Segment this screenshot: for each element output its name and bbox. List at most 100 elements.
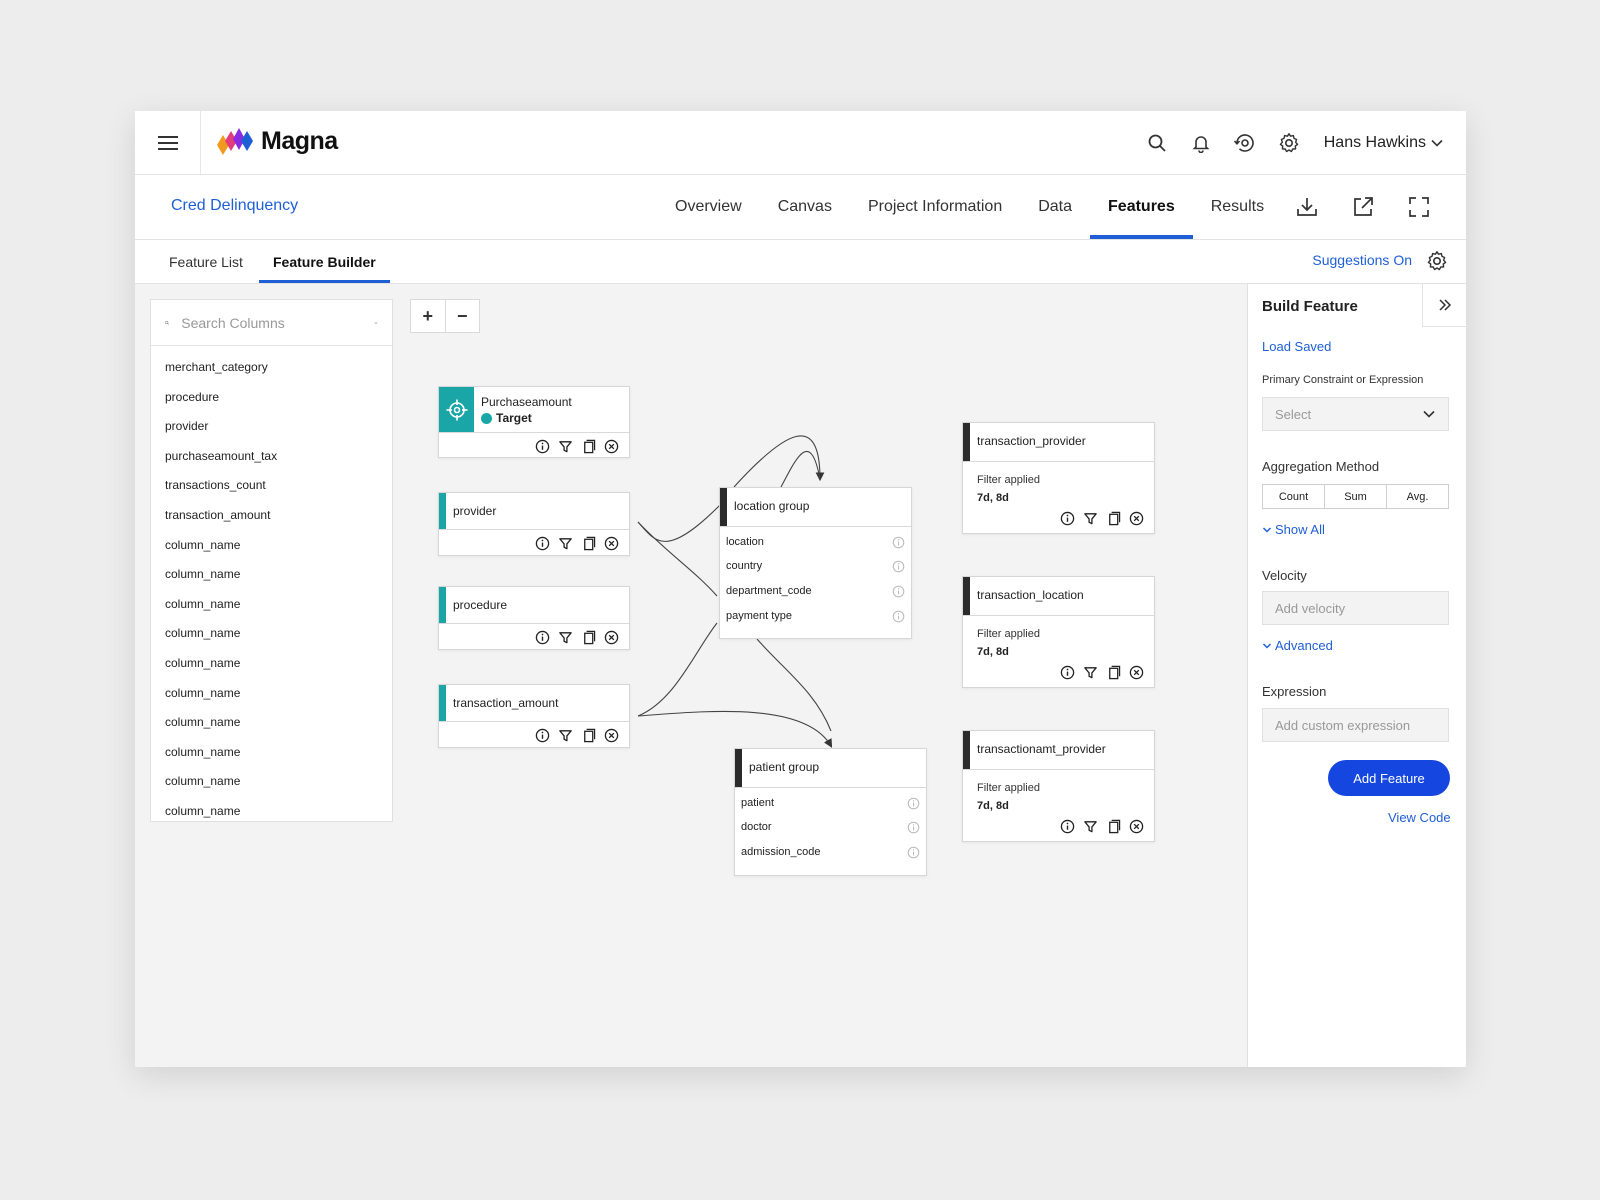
info-icon[interactable]: [907, 797, 920, 810]
tab-canvas[interactable]: Canvas: [760, 175, 850, 239]
info-icon[interactable]: [907, 846, 920, 859]
patient-group-node[interactable]: patient group patient doctor admission_c…: [734, 748, 927, 876]
node-title: provider: [453, 504, 497, 518]
remove-icon[interactable]: [603, 629, 619, 645]
column-node-provider[interactable]: provider: [438, 492, 630, 556]
remove-icon[interactable]: [603, 535, 619, 551]
feature-node-transactionamt-provider[interactable]: transactionamt_provider Filter applied 7…: [962, 730, 1155, 842]
aggregation-sum-option[interactable]: Sum: [1324, 485, 1386, 508]
list-item[interactable]: transaction_amount: [151, 502, 392, 532]
zoom-out-button[interactable]: −: [446, 300, 480, 332]
list-item[interactable]: column_name: [151, 561, 392, 591]
filter-icon[interactable]: [557, 535, 573, 551]
feature-node-transaction-provider[interactable]: transaction_provider Filter applied 7d, …: [962, 422, 1155, 534]
tab-features[interactable]: Features: [1090, 175, 1193, 239]
filter-icon[interactable]: [1082, 818, 1098, 834]
list-item[interactable]: transactions_count: [151, 472, 392, 502]
menu-button[interactable]: [135, 111, 201, 174]
chevron-down-icon[interactable]: [374, 316, 378, 330]
bell-icon[interactable]: [1188, 130, 1214, 156]
search-icon[interactable]: [1144, 130, 1170, 156]
history-settings-icon[interactable]: [1232, 130, 1258, 156]
info-icon[interactable]: [892, 536, 905, 549]
tab-results[interactable]: Results: [1193, 175, 1282, 239]
remove-icon[interactable]: [603, 438, 619, 454]
info-icon[interactable]: [534, 629, 550, 645]
feature-node-transaction-location[interactable]: transaction_location Filter applied 7d, …: [962, 576, 1155, 688]
velocity-input[interactable]: [1262, 591, 1449, 625]
show-all-link[interactable]: Show All: [1262, 522, 1325, 537]
search-columns-input[interactable]: [179, 313, 365, 332]
expression-input[interactable]: [1262, 708, 1449, 742]
copy-icon[interactable]: [580, 438, 596, 454]
add-feature-button[interactable]: Add Feature: [1328, 760, 1450, 796]
list-item[interactable]: merchant_category: [151, 354, 392, 384]
project-name-link[interactable]: Cred Delinquency: [171, 197, 298, 215]
list-item[interactable]: column_name: [151, 709, 392, 739]
column-node-procedure[interactable]: procedure: [438, 586, 630, 650]
info-icon[interactable]: [1059, 664, 1075, 680]
target-node[interactable]: Purchaseamount Target: [438, 386, 630, 458]
load-saved-link[interactable]: Load Saved: [1262, 339, 1331, 354]
copy-icon[interactable]: [580, 727, 596, 743]
info-icon[interactable]: [534, 535, 550, 551]
list-item[interactable]: purchaseamount_tax: [151, 443, 392, 473]
list-item[interactable]: column_name: [151, 798, 392, 828]
aggregation-avg-option[interactable]: Avg.: [1386, 485, 1448, 508]
suggestions-toggle[interactable]: Suggestions On: [1312, 252, 1412, 268]
info-icon[interactable]: [907, 821, 920, 834]
list-item[interactable]: column_name: [151, 620, 392, 650]
suggestions-settings-icon[interactable]: [1426, 250, 1448, 272]
copy-icon[interactable]: [580, 629, 596, 645]
external-link-icon[interactable]: [1350, 194, 1376, 220]
list-item[interactable]: column_name: [151, 650, 392, 680]
info-icon[interactable]: [534, 727, 550, 743]
tab-overview[interactable]: Overview: [657, 175, 760, 239]
copy-icon[interactable]: [1105, 510, 1121, 526]
info-icon[interactable]: [892, 560, 905, 573]
primary-constraint-select[interactable]: Select: [1262, 397, 1449, 431]
list-item[interactable]: column_name: [151, 680, 392, 710]
tab-feature-list[interactable]: Feature List: [155, 240, 257, 283]
tab-data[interactable]: Data: [1020, 175, 1090, 239]
remove-icon[interactable]: [1128, 664, 1144, 680]
list-item[interactable]: column_name: [151, 739, 392, 769]
copy-icon[interactable]: [580, 535, 596, 551]
info-icon[interactable]: [1059, 510, 1075, 526]
remove-icon[interactable]: [603, 727, 619, 743]
tab-feature-builder[interactable]: Feature Builder: [259, 240, 390, 283]
gear-icon[interactable]: [1276, 130, 1302, 156]
list-item[interactable]: column_name: [151, 591, 392, 621]
list-item[interactable]: column_name: [151, 768, 392, 798]
info-icon[interactable]: [892, 610, 905, 623]
node-actions: [534, 629, 619, 645]
remove-icon[interactable]: [1128, 818, 1144, 834]
remove-icon[interactable]: [1128, 510, 1144, 526]
zoom-in-button[interactable]: +: [411, 300, 446, 332]
filter-icon[interactable]: [557, 727, 573, 743]
aggregation-count-option[interactable]: Count: [1263, 485, 1324, 508]
filter-icon[interactable]: [1082, 664, 1098, 680]
info-icon[interactable]: [534, 438, 550, 454]
view-code-link[interactable]: View Code: [1388, 810, 1451, 825]
list-item[interactable]: column_name: [151, 532, 392, 562]
magna-logo-icon: [217, 128, 253, 155]
tab-project-information[interactable]: Project Information: [850, 175, 1020, 239]
filter-icon[interactable]: [557, 438, 573, 454]
info-icon[interactable]: [1059, 818, 1075, 834]
copy-icon[interactable]: [1105, 818, 1121, 834]
fullscreen-icon[interactable]: [1406, 194, 1432, 220]
copy-icon[interactable]: [1105, 664, 1121, 680]
info-icon[interactable]: [892, 585, 905, 598]
user-menu[interactable]: Hans Hawkins: [1324, 134, 1444, 152]
collapse-panel-button[interactable]: [1422, 284, 1466, 327]
location-group-node[interactable]: location group location country departme…: [719, 487, 912, 639]
group-row: patient: [741, 791, 920, 815]
download-icon[interactable]: [1294, 194, 1320, 220]
advanced-link[interactable]: Advanced: [1262, 638, 1333, 653]
filter-icon[interactable]: [1082, 510, 1098, 526]
column-node-transaction-amount[interactable]: transaction_amount: [438, 684, 630, 748]
list-item[interactable]: provider: [151, 413, 392, 443]
filter-icon[interactable]: [557, 629, 573, 645]
list-item[interactable]: procedure: [151, 384, 392, 414]
